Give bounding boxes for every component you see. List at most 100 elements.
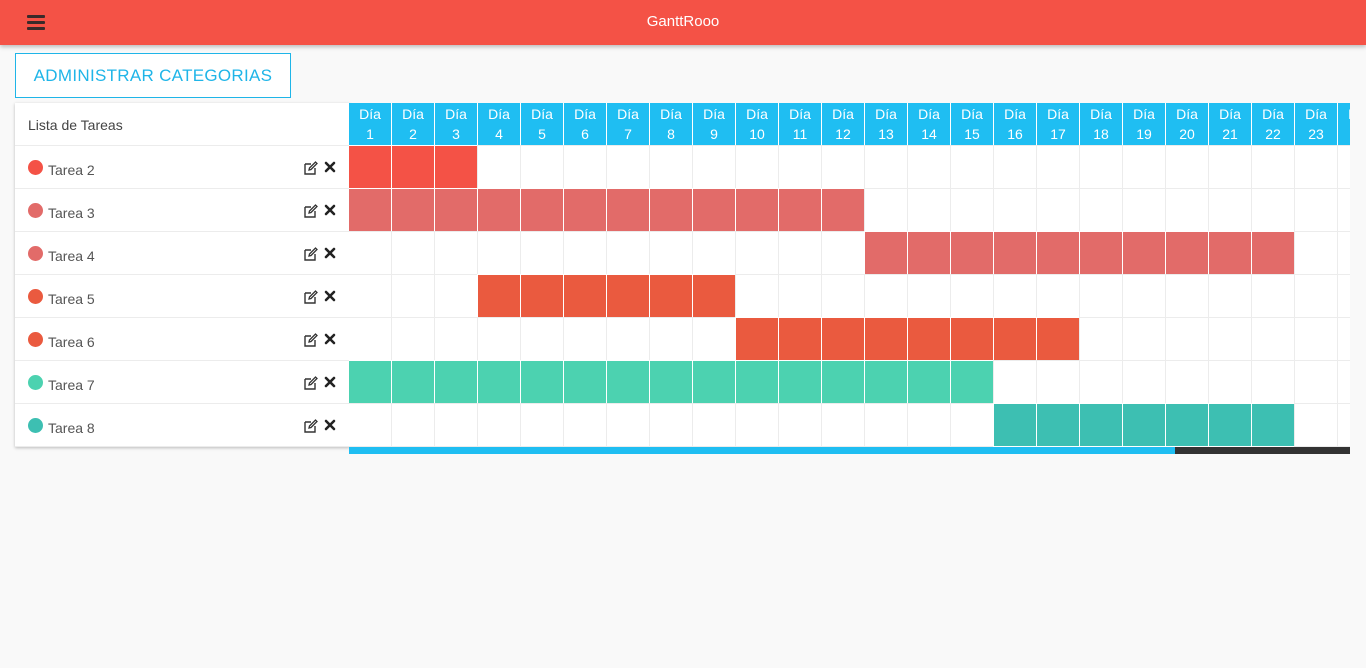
gantt-cell[interactable]: [735, 403, 779, 447]
gantt-cell[interactable]: [606, 317, 650, 361]
gantt-cell[interactable]: [1036, 188, 1080, 232]
gantt-cell[interactable]: [434, 145, 478, 189]
gantt-cell[interactable]: [563, 403, 607, 447]
gantt-cell[interactable]: [907, 360, 951, 404]
gantt-cell[interactable]: [821, 188, 865, 232]
gantt-cell[interactable]: [477, 403, 521, 447]
gantt-cell[interactable]: [864, 403, 908, 447]
gantt-cell[interactable]: [1294, 231, 1338, 275]
gantt-cell[interactable]: [1208, 360, 1252, 404]
gantt-cell[interactable]: [907, 403, 951, 447]
gantt-cell[interactable]: [735, 188, 779, 232]
gantt-cell[interactable]: [1079, 274, 1123, 318]
gantt-cell[interactable]: [864, 231, 908, 275]
gantt-cell[interactable]: [778, 317, 822, 361]
gantt-cell[interactable]: [692, 145, 736, 189]
gantt-cell[interactable]: [520, 403, 564, 447]
gantt-cell[interactable]: [778, 188, 822, 232]
gantt-cell[interactable]: [520, 188, 564, 232]
gantt-cell[interactable]: [1122, 188, 1166, 232]
gantt-cell[interactable]: [1165, 274, 1209, 318]
gantt-cell[interactable]: [349, 403, 392, 447]
gantt-cell[interactable]: [649, 188, 693, 232]
gantt-cell[interactable]: [649, 403, 693, 447]
gantt-cell[interactable]: [821, 360, 865, 404]
gantt-cell[interactable]: [391, 188, 435, 232]
gantt-cell[interactable]: [1165, 317, 1209, 361]
gantt-cell[interactable]: [1079, 403, 1123, 447]
gantt-cell[interactable]: [1337, 145, 1350, 189]
gantt-cell[interactable]: [520, 317, 564, 361]
gantt-cell[interactable]: [1036, 403, 1080, 447]
gantt-cell[interactable]: [864, 360, 908, 404]
gantt-cell[interactable]: [1208, 403, 1252, 447]
gantt-cell[interactable]: [649, 145, 693, 189]
gantt-cell[interactable]: [520, 274, 564, 318]
gantt-cell[interactable]: [563, 188, 607, 232]
gantt-cell[interactable]: [520, 360, 564, 404]
delete-icon[interactable]: [324, 246, 336, 260]
gantt-cell[interactable]: [649, 274, 693, 318]
scrollbar-thumb[interactable]: [349, 447, 1175, 454]
gantt-cell[interactable]: [606, 188, 650, 232]
gantt-cell[interactable]: [606, 403, 650, 447]
gantt-cell[interactable]: [1079, 145, 1123, 189]
gantt-cell[interactable]: [563, 231, 607, 275]
edit-icon[interactable]: [304, 247, 318, 261]
gantt-cell[interactable]: [993, 145, 1037, 189]
gantt-cell[interactable]: [1165, 231, 1209, 275]
gantt-cell[interactable]: [864, 274, 908, 318]
gantt-cell[interactable]: [907, 188, 951, 232]
edit-icon[interactable]: [304, 161, 318, 175]
gantt-cell[interactable]: [391, 317, 435, 361]
gantt-cell[interactable]: [821, 274, 865, 318]
gantt-cell[interactable]: [649, 360, 693, 404]
gantt-cell[interactable]: [477, 188, 521, 232]
gantt-cell[interactable]: [821, 231, 865, 275]
gantt-cell[interactable]: [821, 403, 865, 447]
gantt-cell[interactable]: [821, 145, 865, 189]
gantt-cell[interactable]: [1337, 317, 1350, 361]
edit-icon[interactable]: [304, 204, 318, 218]
gantt-cell[interactable]: [391, 231, 435, 275]
gantt-cell[interactable]: [1208, 231, 1252, 275]
gantt-cell[interactable]: [735, 360, 779, 404]
gantt-cell[interactable]: [1251, 231, 1295, 275]
edit-icon[interactable]: [304, 419, 318, 433]
gantt-cell[interactable]: [1036, 317, 1080, 361]
delete-icon[interactable]: [324, 375, 336, 389]
gantt-cell[interactable]: [1208, 188, 1252, 232]
edit-icon[interactable]: [304, 333, 318, 347]
administrar-categorias-button[interactable]: ADMINISTRAR CATEGORIAS: [15, 53, 291, 98]
gantt-cell[interactable]: [993, 188, 1037, 232]
gantt-cell[interactable]: [477, 231, 521, 275]
gantt-cell[interactable]: [1251, 317, 1295, 361]
gantt-cell[interactable]: [1165, 188, 1209, 232]
gantt-cell[interactable]: [520, 145, 564, 189]
gantt-cell[interactable]: [1294, 274, 1338, 318]
gantt-cell[interactable]: [864, 317, 908, 361]
gantt-cell[interactable]: [1294, 188, 1338, 232]
gantt-cell[interactable]: [1122, 145, 1166, 189]
gantt-cell[interactable]: [477, 145, 521, 189]
gantt-cell[interactable]: [1122, 360, 1166, 404]
gantt-cell[interactable]: [606, 274, 650, 318]
gantt-cell[interactable]: [1251, 360, 1295, 404]
gantt-cell[interactable]: [993, 317, 1037, 361]
gantt-cell[interactable]: [349, 274, 392, 318]
gantt-cell[interactable]: [993, 403, 1037, 447]
gantt-cell[interactable]: [606, 360, 650, 404]
gantt-cell[interactable]: [778, 274, 822, 318]
delete-icon[interactable]: [324, 332, 336, 346]
gantt-cell[interactable]: [434, 274, 478, 318]
gantt-cell[interactable]: [1208, 145, 1252, 189]
gantt-cell[interactable]: [434, 231, 478, 275]
gantt-cell[interactable]: [477, 360, 521, 404]
gantt-cell[interactable]: [649, 317, 693, 361]
gantt-cell[interactable]: [950, 145, 994, 189]
gantt-cell[interactable]: [692, 360, 736, 404]
gantt-cell[interactable]: [606, 231, 650, 275]
gantt-cell[interactable]: [349, 188, 392, 232]
gantt-cell[interactable]: [563, 360, 607, 404]
gantt-cell[interactable]: [606, 145, 650, 189]
